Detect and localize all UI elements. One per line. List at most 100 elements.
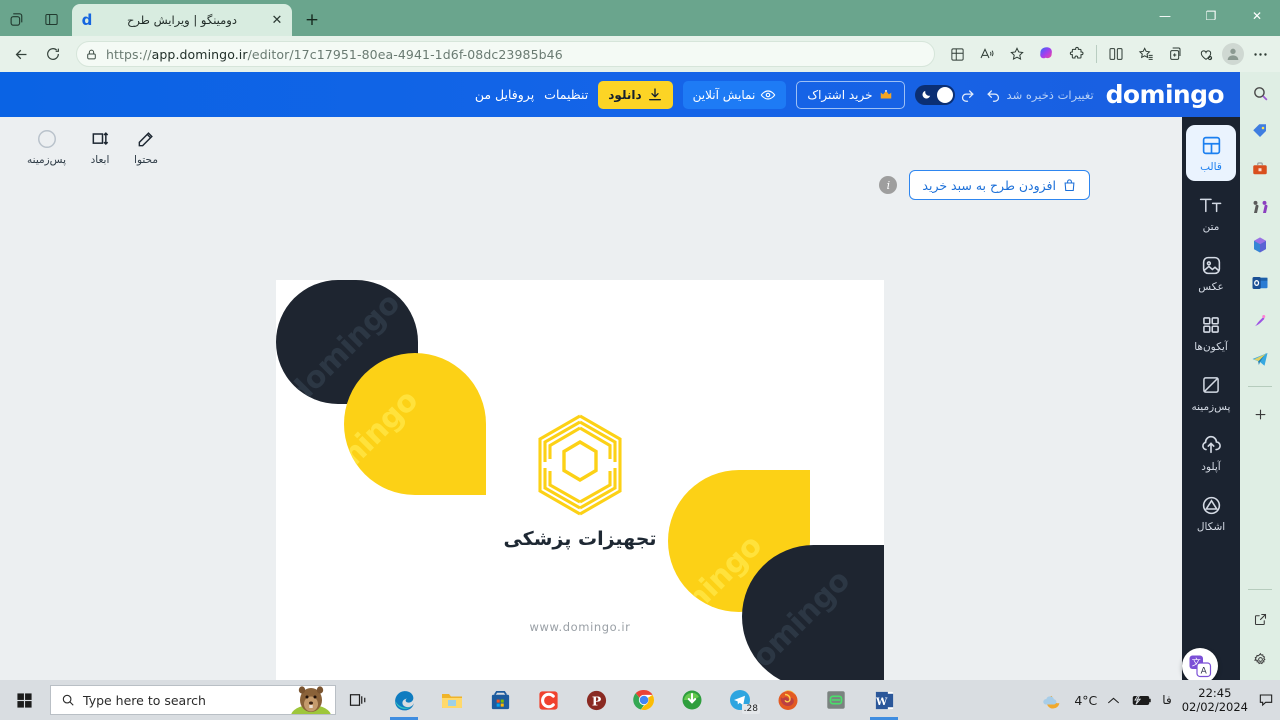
tab-close-icon[interactable]: ✕ (268, 11, 286, 29)
preview-label: نمایش آنلاین (692, 87, 756, 102)
collections-split-icon[interactable] (943, 40, 971, 68)
settings-link[interactable]: تنظیمات (544, 87, 588, 102)
add-to-cart-button[interactable]: افزودن طرح به سبد خرید (909, 170, 1090, 200)
tab-actions-icon[interactable] (0, 2, 34, 36)
hexagon-weave-logo (532, 412, 628, 518)
sidebar-item-text[interactable]: متن (1186, 185, 1236, 241)
sidebar-item-background[interactable]: پس‌زمینه (1186, 365, 1236, 421)
close-window-button[interactable]: ✕ (1234, 0, 1280, 32)
preview-button[interactable]: نمایش آنلاین (682, 80, 787, 109)
split-screen-icon[interactable] (1102, 40, 1130, 68)
undo-icon[interactable] (981, 82, 1007, 108)
cart-row: افزودن طرح به سبد خرید i (879, 170, 1090, 200)
canvas-area[interactable]: افزودن طرح به سبد خرید i domingo domingo… (0, 170, 1160, 720)
task-view-icon[interactable] (336, 680, 380, 720)
vertical-tabs-icon[interactable] (34, 2, 68, 36)
browser-titlebar: ✕ دومینگو | ویرایش طرح d + — ❐ ✕ (0, 0, 1280, 36)
tool-background[interactable]: پس‌زمینه (27, 127, 66, 166)
games-icon[interactable] (1247, 194, 1273, 220)
info-icon[interactable]: i (879, 176, 898, 194)
shopping-bag-icon (1062, 178, 1077, 193)
taskbar-app-file-explorer[interactable] (428, 680, 476, 720)
browser-toolbar: https://app.domingo.ir/editor/17c17951-8… (0, 36, 1280, 72)
microsoft365-icon[interactable] (1247, 232, 1273, 258)
open-in-window-icon[interactable] (1247, 606, 1273, 632)
sidebar-label: متن (1202, 221, 1220, 233)
tool-dimensions[interactable]: ابعاد (88, 127, 112, 166)
taskbar-app-edge[interactable] (380, 680, 428, 720)
telegram-icon[interactable] (1247, 346, 1273, 372)
sidebar-item-upload[interactable]: آپلود (1186, 425, 1236, 481)
profile-link[interactable]: پروفایل من (475, 87, 534, 102)
sidebar-item-shapes[interactable]: اشکال (1186, 485, 1236, 541)
translate-floating-button[interactable]: 文 A (1182, 648, 1218, 684)
add-site-icon[interactable] (1247, 401, 1273, 427)
taskbar-app-notes[interactable] (812, 680, 860, 720)
taskbar-app-internet-download-manager[interactable] (668, 680, 716, 720)
url-text: https://app.domingo.ir/editor/17c17951-8… (106, 47, 563, 62)
sidebar-label: اشکال (1196, 521, 1226, 533)
read-aloud-icon[interactable] (973, 40, 1001, 68)
minimize-button[interactable]: — (1142, 0, 1188, 32)
designer-icon[interactable] (1247, 308, 1273, 334)
taskbar-app-word[interactable]: W (860, 680, 908, 720)
profile-avatar-icon[interactable] (1222, 43, 1244, 65)
sidebar-item-icons[interactable]: آیکون‌ها (1186, 305, 1236, 361)
theme-toggle[interactable] (914, 84, 955, 105)
browser-tab[interactable]: ✕ دومینگو | ویرایش طرح d (72, 4, 292, 36)
language-indicator[interactable]: فا (1162, 693, 1171, 707)
address-bar[interactable]: https://app.domingo.ir/editor/17c17951-8… (76, 41, 935, 67)
extensions-icon[interactable] (1063, 40, 1091, 68)
windows-start-icon[interactable] (0, 680, 48, 720)
settings-more-icon[interactable] (1246, 40, 1274, 68)
sidebar-label: آیکون‌ها (1194, 341, 1228, 353)
screen: ✕ دومینگو | ویرایش طرح d + — ❐ ✕ https:/… (0, 0, 1280, 720)
search-placeholder: Type here to search (83, 692, 206, 708)
shopping-tag-icon[interactable] (1247, 118, 1273, 144)
favorites-icon[interactable] (1132, 40, 1160, 68)
sidebar-item-template[interactable]: قالب (1186, 125, 1236, 181)
new-tab-button[interactable]: + (298, 6, 326, 34)
taskbar-app-chrome[interactable] (620, 680, 668, 720)
rail-settings-icon[interactable] (1247, 646, 1273, 672)
tools-briefcase-icon[interactable] (1247, 156, 1273, 182)
notification-icon[interactable] (1258, 692, 1274, 708)
sidebar-item-image[interactable]: عکس (1186, 245, 1236, 301)
taskbar-search-input[interactable]: Type here to search (50, 685, 336, 715)
taskbar-app-camtasia[interactable] (524, 680, 572, 720)
taskbar-app-photoshop[interactable]: P (572, 680, 620, 720)
search-icon[interactable] (1247, 80, 1273, 106)
download-button[interactable]: دانلود (598, 80, 673, 109)
tool-content[interactable]: محتوا (134, 127, 158, 166)
design-artboard[interactable]: domingo domingo domingo domingo تجهیزات … (276, 280, 884, 688)
browser-essentials-icon[interactable] (1192, 40, 1220, 68)
brand-url: www.domingo.ir (529, 620, 631, 634)
taskbar-clock[interactable]: 22:45 02/02/2024 (1182, 686, 1248, 714)
add-collection-icon[interactable] (1162, 40, 1190, 68)
shape-dark-bottom-right[interactable]: domingo (742, 545, 884, 688)
header-actions: خرید اشتراک نمایش آنلاین دانلود تنظیمات … (475, 80, 955, 109)
outlook-icon[interactable] (1247, 270, 1273, 296)
battery-charging-icon[interactable] (1130, 694, 1152, 707)
upload-cloud-icon (1199, 433, 1223, 457)
rail-divider (1248, 589, 1272, 590)
subscribe-button[interactable]: خرید اشتراک (796, 80, 905, 109)
sidebar-label: پس‌زمینه (1191, 401, 1231, 413)
taskbar-app-firefox[interactable] (764, 680, 812, 720)
app-header: domingo تغییرات ذخیره شد خرید اشتراک نما… (0, 72, 1240, 117)
chevron-up-icon[interactable] (1107, 696, 1120, 705)
taskbar-app-telegram[interactable]: .28 (716, 680, 764, 720)
edge-sidebar-rail (1240, 72, 1280, 680)
back-button[interactable] (6, 40, 36, 68)
tool-background-label: پس‌زمینه (27, 153, 66, 166)
brand-block[interactable]: تجهیزات پزشکی (276, 412, 884, 550)
maximize-button[interactable]: ❐ (1188, 0, 1234, 32)
weather-moon-cloud-icon[interactable] (1042, 690, 1064, 710)
clock-date: 02/02/2024 (1181, 700, 1248, 714)
favorite-star-icon[interactable] (1003, 40, 1031, 68)
tab-title: دومینگو | ویرایش طرح (127, 13, 237, 27)
reload-button[interactable] (38, 40, 68, 68)
copilot-icon[interactable] (1033, 40, 1061, 68)
taskbar-app-microsoft-store[interactable] (476, 680, 524, 720)
redo-icon[interactable] (955, 82, 981, 108)
